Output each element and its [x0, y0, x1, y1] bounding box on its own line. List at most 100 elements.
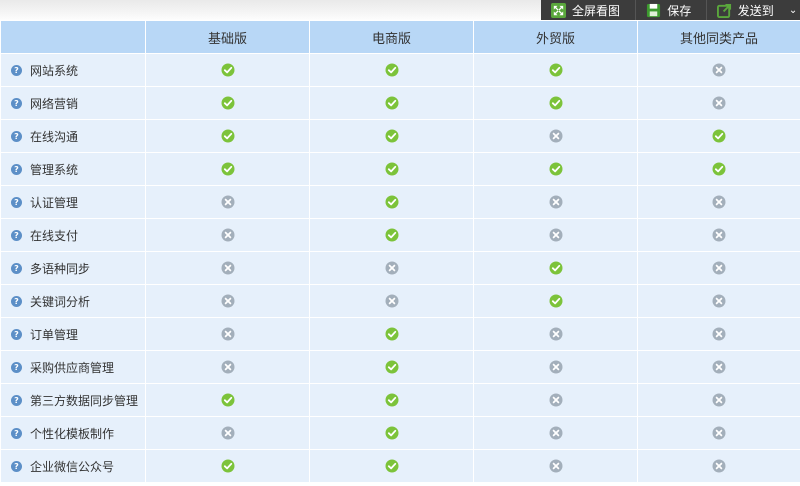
- support-cell: [637, 350, 800, 384]
- feature-cell: ? 关键词分析: [0, 284, 146, 318]
- fullscreen-button[interactable]: 全屏看图: [541, 0, 635, 21]
- header-ecommerce: 电商版: [309, 20, 474, 54]
- x-circle-icon: [221, 294, 234, 308]
- support-cell: [309, 251, 474, 285]
- support-cell: [309, 350, 474, 384]
- x-circle-icon: [549, 393, 562, 407]
- support-cell: [309, 119, 474, 153]
- support-cell: [309, 284, 474, 318]
- x-circle-icon: [385, 261, 398, 275]
- header-other-products: 其他同类产品: [637, 20, 800, 54]
- check-circle-icon: [385, 129, 398, 143]
- x-circle-icon: [712, 327, 726, 341]
- help-icon[interactable]: ?: [11, 262, 22, 274]
- support-cell: [473, 317, 638, 351]
- x-circle-icon: [549, 360, 562, 374]
- x-circle-icon: [549, 327, 562, 341]
- support-cell: [637, 317, 800, 351]
- help-icon[interactable]: ?: [11, 427, 22, 439]
- table-row: ? 第三方数据同步管理: [0, 383, 800, 417]
- check-circle-icon: [385, 162, 398, 176]
- check-circle-icon: [385, 393, 398, 407]
- support-cell: [473, 185, 638, 219]
- help-icon[interactable]: ?: [11, 163, 22, 175]
- feature-cell: ? 网站系统: [0, 53, 146, 87]
- send-to-button[interactable]: 发送到: [707, 0, 786, 21]
- help-icon[interactable]: ?: [11, 460, 22, 472]
- x-circle-icon: [712, 261, 726, 275]
- support-cell: [145, 185, 310, 219]
- feature-label: 网络营销: [30, 96, 79, 111]
- x-circle-icon: [712, 426, 726, 440]
- support-cell: [145, 284, 310, 318]
- save-label: 保存: [667, 4, 692, 18]
- check-circle-icon: [385, 96, 398, 110]
- help-icon[interactable]: ?: [11, 130, 22, 142]
- page: 全屏看图 保存 发送到 ⌄ 基础版 电商版 外贸版 其他同类产品 ? 网站系统 …: [0, 0, 800, 486]
- send-to-icon: [716, 3, 731, 18]
- feature-cell: ? 企业微信公众号: [0, 449, 146, 483]
- x-circle-icon: [712, 393, 726, 407]
- help-icon[interactable]: ?: [11, 97, 22, 109]
- more-dropdown[interactable]: ⌄: [786, 0, 800, 21]
- check-circle-icon: [385, 459, 398, 473]
- x-circle-icon: [549, 228, 562, 242]
- help-icon[interactable]: ?: [11, 295, 22, 307]
- feature-label: 第三方数据同步管理: [30, 393, 139, 408]
- check-circle-icon: [385, 228, 398, 242]
- support-cell: [473, 284, 638, 318]
- support-cell: [145, 449, 310, 483]
- support-cell: [145, 350, 310, 384]
- image-toolbar: 全屏看图 保存 发送到 ⌄: [541, 0, 800, 21]
- feature-cell: ? 订单管理: [0, 317, 146, 351]
- check-circle-icon: [221, 393, 234, 407]
- check-circle-icon: [712, 129, 726, 143]
- support-cell: [637, 284, 800, 318]
- feature-label: 关键词分析: [30, 294, 91, 309]
- support-cell: [309, 53, 474, 87]
- x-circle-icon: [221, 327, 234, 341]
- support-cell: [309, 416, 474, 450]
- support-cell: [473, 350, 638, 384]
- feature-label: 订单管理: [30, 327, 79, 342]
- help-icon[interactable]: ?: [11, 229, 22, 241]
- check-circle-icon: [385, 327, 398, 341]
- help-icon[interactable]: ?: [11, 328, 22, 340]
- feature-cell: ? 在线沟通: [0, 119, 146, 153]
- check-circle-icon: [385, 426, 398, 440]
- support-cell: [637, 416, 800, 450]
- check-circle-icon: [549, 63, 562, 77]
- x-circle-icon: [712, 228, 726, 242]
- feature-label: 在线沟通: [30, 129, 79, 144]
- check-circle-icon: [221, 96, 234, 110]
- table-row: ? 采购供应商管理: [0, 350, 800, 384]
- feature-label: 个性化模板制作: [30, 426, 115, 441]
- check-circle-icon: [385, 360, 398, 374]
- support-cell: [145, 86, 310, 120]
- x-circle-icon: [712, 459, 726, 473]
- support-cell: [473, 251, 638, 285]
- table-row: ? 网站系统: [0, 53, 800, 87]
- help-icon[interactable]: ?: [11, 361, 22, 373]
- help-icon[interactable]: ?: [11, 64, 22, 76]
- check-circle-icon: [385, 195, 398, 209]
- support-cell: [473, 416, 638, 450]
- support-cell: [473, 383, 638, 417]
- support-cell: [637, 53, 800, 87]
- save-button[interactable]: 保存: [636, 0, 706, 21]
- support-cell: [309, 218, 474, 252]
- check-circle-icon: [221, 129, 234, 143]
- header-basic: 基础版: [145, 20, 310, 54]
- help-icon[interactable]: ?: [11, 394, 22, 406]
- support-cell: [145, 383, 310, 417]
- table-row: ? 网络营销: [0, 86, 800, 120]
- x-circle-icon: [712, 294, 726, 308]
- support-cell: [637, 152, 800, 186]
- check-circle-icon: [221, 162, 234, 176]
- help-icon[interactable]: ?: [11, 196, 22, 208]
- table-row: ? 在线支付: [0, 218, 800, 252]
- support-cell: [473, 218, 638, 252]
- table-row: ? 认证管理: [0, 185, 800, 219]
- support-cell: [309, 317, 474, 351]
- support-cell: [637, 449, 800, 483]
